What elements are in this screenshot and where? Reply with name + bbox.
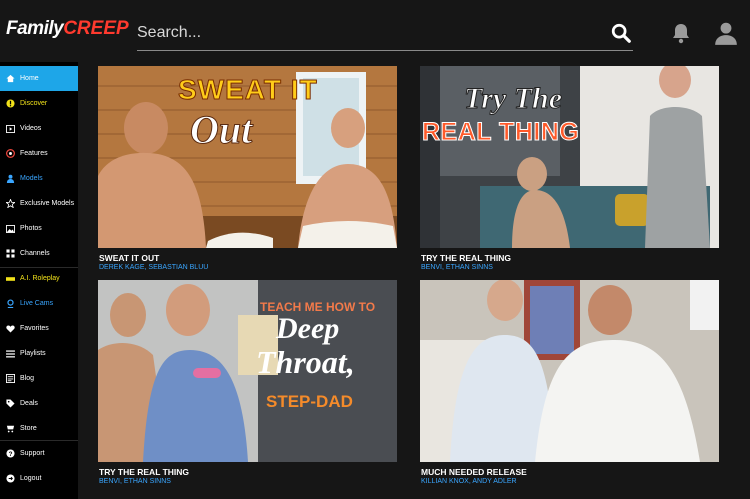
- playlist-icon: [5, 349, 15, 359]
- sidebar-item-label: Playlists: [20, 350, 46, 357]
- logo-text-creep: CREEP: [63, 18, 129, 39]
- livecam-icon: [5, 299, 15, 309]
- ai-icon: [5, 274, 15, 284]
- video-title[interactable]: TRY THE REAL THING: [99, 467, 189, 477]
- video-icon: [5, 124, 15, 134]
- overlay-subtitle: REAL THING: [421, 118, 580, 147]
- sidebar-item-label: Exclusive Models: [20, 200, 75, 207]
- heart-icon: [5, 324, 15, 334]
- sidebar-item-support[interactable]: ? Support: [0, 441, 78, 466]
- overlay-title: Try The: [463, 82, 563, 116]
- search-bar: [137, 16, 633, 51]
- sidebar-item-live-cams[interactable]: Live Cams: [0, 291, 78, 316]
- sidebar-item-features[interactable]: Features: [0, 141, 78, 166]
- top-bar: FamilyCREEP: [0, 0, 750, 62]
- sidebar-item-label: Videos: [20, 125, 42, 132]
- sidebar-item-label: Photos: [20, 225, 42, 232]
- video-models[interactable]: DEREK KAGE, SEBASTIAN BLUU: [99, 264, 208, 271]
- features-icon: [5, 149, 15, 159]
- site-logo[interactable]: FamilyCREEP: [6, 18, 129, 40]
- sidebar-item-label: Store: [20, 425, 37, 432]
- video-thumbnail[interactable]: [420, 280, 719, 462]
- video-title[interactable]: TRY THE REAL THING: [421, 253, 511, 263]
- search-input[interactable]: [137, 20, 577, 46]
- video-thumbnail[interactable]: Try The REAL THING: [420, 66, 719, 248]
- overlay-title-2: Throat,: [256, 344, 355, 380]
- sidebar-item-exclusive-models[interactable]: Exclusive Models: [0, 191, 78, 216]
- overlay-title: Deep: [276, 312, 340, 345]
- sidebar-item-label: Features: [20, 150, 48, 157]
- sidebar-item-label: Favorites: [20, 325, 49, 332]
- logo-text-family: Family: [6, 18, 64, 39]
- user-icon[interactable]: [713, 20, 739, 46]
- sidebar-item-ai-roleplay[interactable]: A.I. Roleplay: [0, 266, 78, 291]
- sidebar-item-label: Live Cams: [20, 300, 54, 307]
- sidebar-item-label: A.I. Roleplay: [20, 275, 60, 282]
- video-title[interactable]: SWEAT IT OUT: [99, 253, 159, 263]
- support-icon: ?: [5, 449, 15, 459]
- models-icon: [5, 174, 15, 184]
- sidebar-item-logout[interactable]: Logout: [0, 466, 78, 491]
- blog-icon: [5, 374, 15, 384]
- sidebar-item-label: Discover: [20, 100, 48, 107]
- tag-icon: [5, 399, 15, 409]
- logout-icon: [5, 474, 15, 484]
- overlay-subtitle: Out: [189, 107, 253, 153]
- svg-text:?: ?: [8, 451, 12, 458]
- store-icon: [5, 424, 15, 434]
- overlay-title: SWEAT IT: [178, 74, 318, 106]
- sidebar-item-label: Models: [20, 175, 43, 182]
- sidebar-item-models[interactable]: Models: [0, 166, 78, 191]
- video-title[interactable]: MUCH NEEDED RELEASE: [421, 467, 527, 477]
- home-icon: [5, 74, 15, 84]
- sidebar-item-photos[interactable]: Photos: [0, 216, 78, 241]
- sidebar-item-label: Deals: [20, 400, 38, 407]
- sidebar-item-discover[interactable]: Discover: [0, 91, 78, 116]
- video-models[interactable]: BENVI, ETHAN SINNS: [421, 264, 493, 271]
- channels-icon: [5, 249, 15, 259]
- sidebar-item-blog[interactable]: Blog: [0, 366, 78, 391]
- sidebar-item-favorites[interactable]: Favorites: [0, 316, 78, 341]
- video-models[interactable]: BENVI, ETHAN SINNS: [99, 478, 171, 485]
- sidebar-item-label: Logout: [20, 475, 42, 482]
- sidebar-item-deals[interactable]: Deals: [0, 391, 78, 416]
- sidebar-item-videos[interactable]: Videos: [0, 116, 78, 141]
- sidebar-item-playlists[interactable]: Playlists: [0, 341, 78, 366]
- video-models[interactable]: KILLIAN KNOX, ANDY ADLER: [421, 478, 517, 485]
- video-thumbnail[interactable]: SWEAT IT Out: [98, 66, 397, 248]
- photo-icon: [5, 224, 15, 234]
- sidebar-item-label: Channels: [20, 250, 50, 257]
- overlay-subtitle: STEP-DAD: [266, 392, 353, 411]
- sidebar-item-store[interactable]: Store: [0, 416, 78, 441]
- sidebar-item-label: Blog: [20, 375, 35, 382]
- sidebar-item-home[interactable]: Home: [0, 66, 78, 91]
- sidebar: Home Discover Videos Features Models Exc…: [0, 62, 78, 499]
- search-icon[interactable]: [610, 22, 632, 44]
- discover-icon: [5, 99, 15, 109]
- sidebar-item-channels[interactable]: Channels: [0, 241, 78, 266]
- bell-icon[interactable]: [669, 21, 693, 45]
- sidebar-item-label: Home: [20, 75, 39, 82]
- star-icon: [5, 199, 15, 209]
- video-thumbnail[interactable]: TEACH ME HOW TO Deep Throat, STEP-DAD: [98, 280, 397, 462]
- sidebar-item-label: Support: [20, 450, 45, 457]
